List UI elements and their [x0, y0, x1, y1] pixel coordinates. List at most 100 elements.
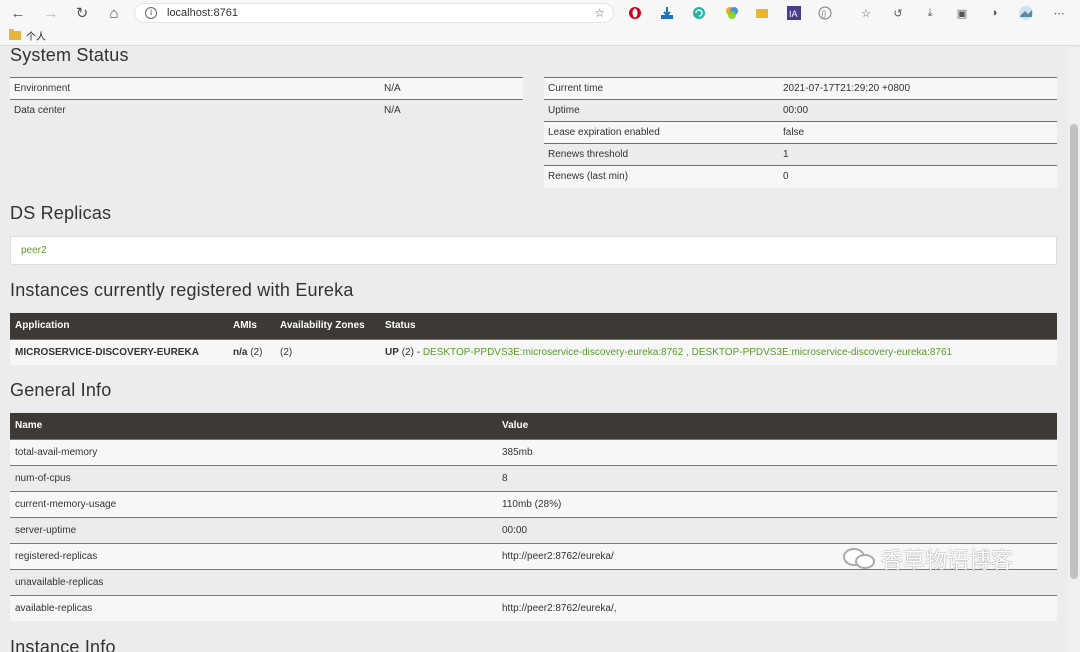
status-value: 0	[779, 165, 1057, 188]
status-cell: UP (2) - DESKTOP-PPDVS3E:microservice-di…	[380, 338, 1057, 365]
browser-toolbar: ← → ↻ ⌂ i localhost:8761 ☆ IA {} ☆ ↺ ⤓ ▣…	[0, 0, 1080, 26]
table-header-row: Name Value	[10, 413, 1057, 439]
system-status-title: System Status	[10, 47, 129, 65]
instance-separator: ,	[686, 346, 689, 358]
table-row: available-replicas http://peer2:8762/eur…	[10, 594, 1057, 621]
system-status-left-table: Environment N/A Data center N/A	[10, 77, 523, 122]
instances-table: Application AMIs Availability Zones Stat…	[10, 313, 1057, 365]
address-bar[interactable]: i localhost:8761 ☆	[134, 3, 614, 23]
general-info-title: General Info	[10, 380, 112, 400]
column-header: Status	[380, 313, 1057, 339]
svg-text:IA: IA	[789, 9, 798, 19]
status-up: UP	[385, 346, 399, 358]
download-extension-icon[interactable]	[659, 5, 675, 21]
home-button[interactable]: ⌂	[98, 0, 130, 26]
ia-extension-icon[interactable]: IA	[786, 5, 802, 21]
sync-extension-icon[interactable]	[691, 5, 707, 21]
info-value: http://peer2:8762/eureka/,	[497, 594, 1057, 621]
status-key: Uptime	[544, 99, 779, 122]
table-row: MICROSERVICE-DISCOVERY-EUREKA n/a (2) (2…	[10, 338, 1057, 365]
amis-cell: n/a (2)	[228, 338, 275, 365]
status-key: Environment	[10, 77, 380, 100]
column-header: Availability Zones	[275, 313, 380, 339]
status-value: 1	[779, 143, 1057, 166]
downloads-icon[interactable]: ⤓	[922, 5, 938, 21]
replica-link-peer2[interactable]: peer2	[21, 245, 47, 256]
info-name: num-of-cpus	[10, 464, 497, 491]
status-key: Lease expiration enabled	[544, 121, 779, 144]
application-name: MICROSERVICE-DISCOVERY-EUREKA	[10, 338, 228, 365]
status-value: N/A	[380, 77, 523, 100]
status-value: false	[779, 121, 1057, 144]
instance-link[interactable]: DESKTOP-PPDVS3E:microservice-discovery-e…	[423, 347, 683, 358]
svg-text:{}: {}	[822, 11, 827, 18]
favorites-icon[interactable]: ☆	[858, 5, 874, 21]
amis-count: (2)	[250, 346, 263, 358]
bookmarks-bar: 个人	[0, 26, 1080, 46]
column-header: AMIs	[228, 313, 275, 339]
info-value: 8	[497, 464, 1057, 491]
info-name: total-avail-memory	[10, 438, 497, 465]
instance-info-title: Instance Info	[10, 637, 116, 652]
table-row: Lease expiration enabled false	[544, 121, 1057, 144]
column-header: Value	[497, 413, 1057, 439]
table-header-row: Application AMIs Availability Zones Stat…	[10, 313, 1057, 339]
info-icon[interactable]: i	[145, 7, 157, 19]
info-value: 385mb	[497, 438, 1057, 465]
more-options-icon[interactable]: ⋯	[1051, 5, 1067, 21]
table-row: server-uptime 00:00	[10, 516, 1057, 543]
address-url: localhost:8761	[167, 7, 238, 19]
info-name: server-uptime	[10, 516, 497, 543]
back-button[interactable]: ←	[2, 0, 34, 26]
wechat-icon	[843, 548, 877, 570]
table-row: Renews threshold 1	[544, 143, 1057, 166]
status-key: Current time	[544, 77, 779, 100]
table-row: num-of-cpus 8	[10, 464, 1057, 491]
add-favorite-icon[interactable]: ☆	[594, 6, 605, 20]
column-header: Application	[10, 313, 228, 339]
refresh-button[interactable]: ↻	[66, 0, 98, 26]
table-row: Renews (last min) 0	[544, 165, 1057, 188]
watermark-text: 香草物语博客	[881, 549, 1014, 574]
folder-extension-icon[interactable]	[754, 5, 770, 21]
status-value: 00:00	[779, 99, 1057, 122]
info-name: current-memory-usage	[10, 490, 497, 517]
instance-link[interactable]: DESKTOP-PPDVS3E:microservice-discovery-e…	[692, 347, 952, 358]
watermark: 香草物语博客	[843, 543, 1013, 575]
system-status-right-table: Current time 2021-07-17T21:29:20 +0800 U…	[544, 77, 1057, 188]
info-name: registered-replicas	[10, 542, 497, 569]
info-name: unavailable-replicas	[10, 568, 497, 595]
bookmark-folder-label[interactable]: 个人	[26, 28, 46, 43]
amis-label: n/a	[233, 346, 248, 358]
shield-icon[interactable]: ◑	[986, 5, 1002, 21]
instances-title: Instances currently registered with Eure…	[10, 280, 354, 300]
opera-extension-icon[interactable]	[627, 5, 643, 21]
general-info-table: Name Value total-avail-memory 385mb num-…	[10, 413, 1057, 621]
table-row: Environment N/A	[10, 77, 523, 100]
table-row: total-avail-memory 385mb	[10, 438, 1057, 465]
color-extension-icon[interactable]	[724, 5, 740, 21]
column-header: Name	[10, 413, 497, 439]
table-row: Current time 2021-07-17T21:29:20 +0800	[544, 77, 1057, 100]
vertical-scrollbar[interactable]	[1068, 47, 1080, 652]
ds-replicas-title: DS Replicas	[10, 203, 112, 223]
status-key: Renews threshold	[544, 143, 779, 166]
info-value: 00:00	[497, 516, 1057, 543]
status-value: 2021-07-17T21:29:20 +0800	[779, 77, 1057, 100]
table-row: Uptime 00:00	[544, 99, 1057, 122]
zones-cell: (2)	[275, 338, 380, 365]
scrollbar-thumb[interactable]	[1070, 124, 1078, 579]
info-name: available-replicas	[10, 594, 497, 621]
ds-replicas-box: peer2	[10, 236, 1057, 265]
status-key: Data center	[10, 99, 380, 122]
table-row: Data center N/A	[10, 99, 523, 122]
folder-icon[interactable]	[9, 29, 21, 40]
status-value: N/A	[380, 99, 523, 122]
collections-icon[interactable]: ▣	[954, 5, 970, 21]
profile-avatar-icon[interactable]	[1018, 5, 1034, 21]
status-key: Renews (last min)	[544, 165, 779, 188]
table-row: current-memory-usage 110mb (28%)	[10, 490, 1057, 517]
forward-button[interactable]: →	[35, 0, 67, 26]
code-extension-icon[interactable]: {}	[817, 5, 833, 21]
history-icon[interactable]: ↺	[890, 5, 906, 21]
